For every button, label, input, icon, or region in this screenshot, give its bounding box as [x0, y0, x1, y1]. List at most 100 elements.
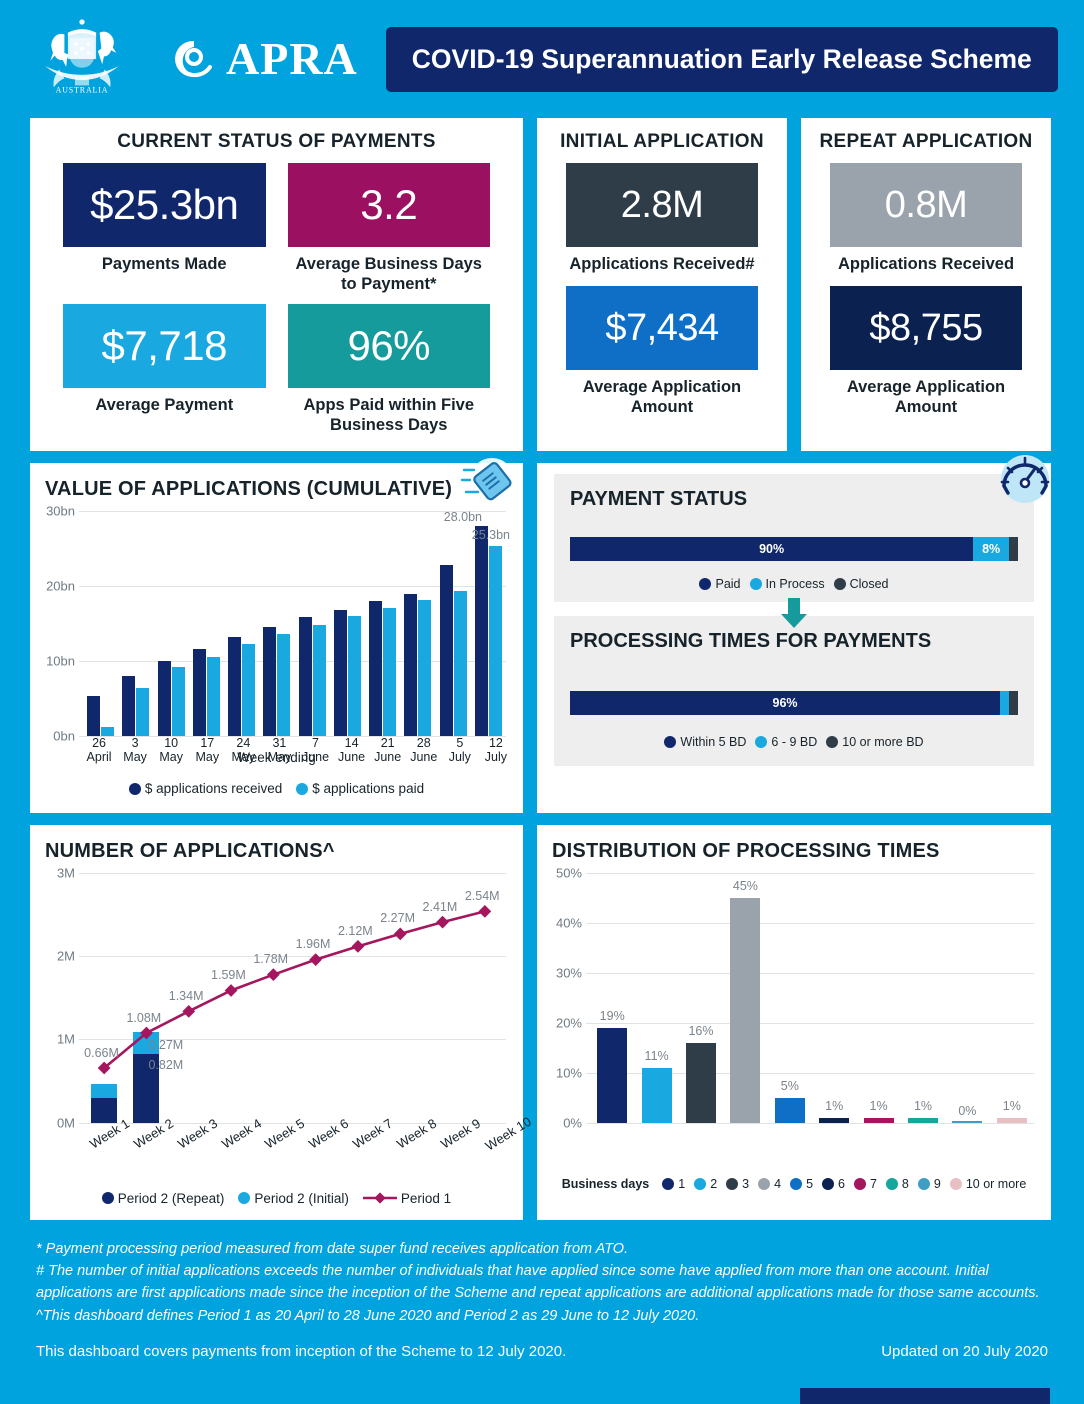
apra-logo: APRA [172, 36, 358, 82]
bar-group [901, 873, 945, 1123]
bar [996, 1117, 1027, 1123]
bar-data-label: 5% [780, 1078, 799, 1093]
legend-dot [296, 782, 309, 795]
footer-row: This dashboard covers payments from ince… [0, 1327, 1084, 1360]
y-tick-label: 1M [56, 1031, 75, 1047]
legend-label: 7 [869, 1176, 877, 1191]
kpi-row: CURRENT STATUS OF PAYMENTS $25.3bn Payme… [0, 118, 1084, 451]
line-data-label: 1.34M [168, 988, 204, 1003]
bar-group [259, 511, 294, 736]
kpi-value: 2.8M [566, 163, 758, 247]
middle-row: VALUE OF APPLICATIONS (CUMULATIVE) 0bn 10… [0, 454, 1084, 813]
bar-group [210, 873, 252, 1123]
kpi-label: Average Application Amount [846, 378, 1006, 417]
payment-status-legend: Paid In Process Closed [570, 577, 1018, 591]
bar-group [83, 873, 125, 1123]
bar-data-label: 1% [825, 1098, 844, 1113]
page-header: AUSTRALIA APRA COVID-19 Superannuation E… [0, 0, 1084, 118]
legend-item-6-9bd: 6 - 9 BD [755, 735, 817, 749]
y-tick-label: 0% [563, 1115, 582, 1130]
footnotes: * Payment processing period measured fro… [0, 1220, 1084, 1328]
bar-data-label: 1% [913, 1098, 933, 1113]
legend-dot [101, 1192, 114, 1204]
line-data-label: 0.66M [84, 1045, 119, 1060]
line-data-label: 2.54M [464, 888, 500, 903]
legend-line-marker [362, 1192, 397, 1204]
value-chart-legend: $ applications received $ applications pa… [31, 781, 522, 796]
bar-group [400, 511, 435, 736]
processing-times-title: PROCESSING TIMES FOR PAYMENTS [570, 629, 932, 652]
legend-dot [949, 1177, 962, 1190]
legend-label: 6 - 9 BD [771, 734, 818, 749]
kpi-average-payment: $7,718 Average Payment [63, 304, 266, 435]
legend-item-period1: Period 1 [362, 1191, 451, 1206]
line-data-label: 2.41M [422, 899, 458, 914]
bar-data-label: 1% [869, 1098, 888, 1113]
legend-label: $ applications paid [312, 781, 425, 797]
legend-item-closed: Closed [833, 577, 889, 591]
processing-times-stacked-bar: 96% [570, 690, 1018, 715]
bar-group [471, 511, 506, 736]
dist-chart-legend: Business days 1 2 3 4 5 6 7 8 9 10 or more [538, 1177, 1050, 1191]
bar-group [464, 873, 506, 1123]
bar [192, 648, 206, 736]
legend-label: 2 [710, 1176, 718, 1191]
kpi-value: 3.2 [287, 163, 490, 247]
bar [277, 634, 291, 736]
kpi-label: Average Business Days to Payment* [295, 255, 483, 294]
stacked-bar [133, 873, 160, 1123]
current-status-title: CURRENT STATUS OF PAYMENTS [117, 131, 436, 152]
y-tick-label: 30bn [46, 503, 75, 518]
legend-dot [664, 735, 677, 748]
bar [157, 660, 171, 736]
footnote-caret: ^This dashboard defines Period 1 as 20 A… [36, 1307, 700, 1324]
bar-group [812, 873, 856, 1123]
bar-label-repeat: 0.82M [148, 1058, 184, 1073]
legend-label: In Process [765, 576, 825, 591]
dist-chart-plot: 0% 10% 20% 30% 40% 50% 19% 11% 16% 45% 5% 1% 1% 1% 0% 1… [540, 865, 1042, 1163]
data-label-paid: 25.3bn [471, 527, 510, 542]
gridline [79, 735, 506, 737]
bar-group [295, 511, 330, 736]
line-data-label: 1.08M [126, 1010, 162, 1025]
y-tick-label: 10bn [46, 653, 75, 668]
legend-dot [822, 1177, 835, 1190]
legend-dot [755, 735, 768, 748]
svg-text:AUSTRALIA: AUSTRALIA [56, 85, 109, 94]
legend-dot [726, 1177, 739, 1190]
legend-item: 3 [726, 1177, 749, 1191]
legend-dot [758, 1177, 771, 1190]
line-data-label: 1.78M [253, 952, 289, 967]
legend-dot [662, 1177, 675, 1190]
x-tick-label: 10 May [159, 735, 183, 764]
bar-data-label: 45% [732, 878, 758, 893]
legend-label: 9 [933, 1176, 941, 1191]
legend-title: Business days [561, 1176, 650, 1191]
segment-10-or-more-bd [1009, 690, 1018, 715]
footnote-hash: # The number of initial applications exc… [36, 1262, 1040, 1302]
legend-label: 4 [774, 1176, 782, 1191]
bar-group [252, 873, 294, 1123]
bar-group [856, 873, 900, 1123]
bar-group [189, 511, 224, 736]
bar [206, 656, 220, 736]
kpi-value: 0.8M [830, 163, 1022, 247]
bar-group [125, 873, 167, 1123]
legend-dot [694, 1177, 707, 1190]
legend-label: Period 2 (Repeat) [117, 1190, 225, 1206]
bar [171, 667, 185, 736]
kpi-label: Average Application Amount [582, 378, 742, 417]
legend-item-paid: Paid [699, 577, 741, 591]
gridline [586, 1122, 1034, 1124]
legend-item: 7 [853, 1176, 877, 1191]
legend-label: Period 2 (Initial) [254, 1190, 349, 1206]
apra-wordmark: APRA [226, 33, 358, 84]
x-tick-label: 26 April [86, 735, 112, 764]
bar [369, 601, 383, 736]
kpi-label: Payments Made [101, 255, 227, 273]
legend-label: 1 [678, 1176, 686, 1191]
current-status-card: CURRENT STATUS OF PAYMENTS $25.3bn Payme… [30, 118, 523, 451]
y-tick-label: 40% [555, 915, 582, 930]
bar [952, 1120, 983, 1123]
legend-label: 5 [806, 1176, 814, 1191]
